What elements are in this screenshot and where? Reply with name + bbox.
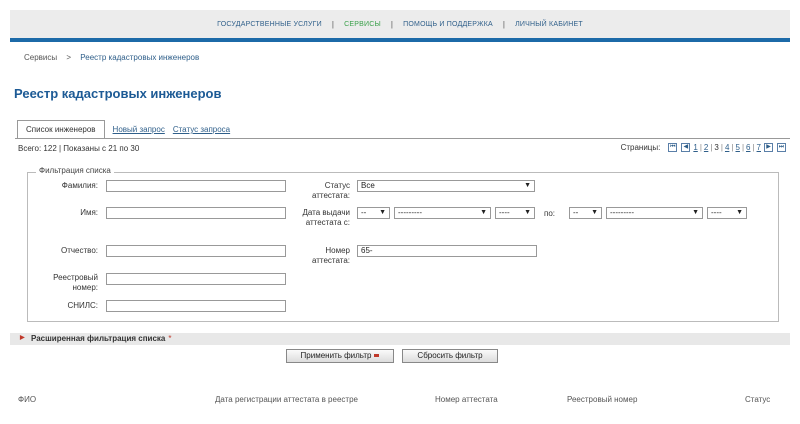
- name-input[interactable]: [106, 207, 286, 219]
- year-to-value: ----: [711, 208, 722, 217]
- reset-filter-label: Сбросить фильтр: [417, 351, 483, 360]
- column-header-registry-number[interactable]: Реестровый номер: [567, 395, 637, 404]
- tab-bar: Список инженеров Новый запрос Статус зап…: [17, 119, 230, 139]
- cert-number-label: Номер аттестата:: [311, 246, 350, 265]
- nav-personal-account[interactable]: ЛИЧНЫЙ КАБИНЕТ: [515, 21, 583, 28]
- page-link-6[interactable]: 6: [746, 143, 750, 152]
- snils-label: СНИЛС:: [67, 301, 98, 310]
- breadcrumb-current: Реестр кадастровых инженеров: [80, 53, 200, 62]
- chevron-down-icon: ▼: [480, 209, 487, 216]
- results-summary: Всего: 122 | Показаны с 21 по 30: [18, 144, 140, 153]
- page-link-1[interactable]: 1: [693, 143, 697, 152]
- day-to-select[interactable]: -- ▼: [569, 207, 602, 219]
- reset-filter-button[interactable]: Сбросить фильтр: [402, 349, 498, 363]
- nav-services[interactable]: СЕРВИСЫ: [344, 21, 381, 28]
- nav-separator: |: [390, 19, 394, 29]
- page-link-5[interactable]: 5: [735, 143, 739, 152]
- page-separator: |: [741, 143, 745, 152]
- patronymic-input[interactable]: [106, 245, 286, 257]
- nav-separator: |: [502, 19, 506, 29]
- page-separator: |: [752, 143, 755, 152]
- name-label: Имя:: [80, 208, 98, 217]
- pagination-label: Страницы:: [620, 143, 661, 152]
- chevron-down-icon: ▼: [379, 209, 386, 216]
- extended-filter-toggle[interactable]: ▶ Расширенная фильтрация списка *: [10, 333, 790, 345]
- expand-arrow-icon: ▶: [20, 335, 25, 341]
- chevron-down-icon: ▼: [524, 182, 531, 189]
- page-separator: |: [710, 143, 713, 152]
- day-from-value: --: [361, 208, 367, 217]
- chevron-down-icon: ▼: [692, 209, 699, 216]
- surname-label: Фамилия:: [61, 181, 98, 190]
- filter-legend: Фильтрация списка: [36, 166, 114, 175]
- breadcrumb: Сервисы > Реестр кадастровых инженеров: [24, 53, 199, 62]
- nav-help-support[interactable]: ПОМОЩЬ И ПОДДЕРЖКА: [403, 21, 493, 28]
- status-select[interactable]: Все ▼: [357, 180, 535, 192]
- page-link-2[interactable]: 2: [704, 143, 708, 152]
- registry-number-label: Реестровый номер:: [53, 273, 98, 292]
- page-separator: |: [720, 143, 723, 152]
- registry-number-input[interactable]: [106, 273, 286, 285]
- status-select-value: Все: [361, 181, 375, 190]
- breadcrumb-services-link[interactable]: Сервисы: [24, 53, 57, 62]
- first-page-icon[interactable]: ⏮: [668, 143, 678, 152]
- column-header-cert-number[interactable]: Номер аттестата: [435, 395, 498, 404]
- column-header-status[interactable]: Статус: [745, 395, 770, 404]
- month-from-value: ---------: [398, 208, 422, 217]
- tab-engineer-list[interactable]: Список инженеров: [17, 120, 105, 139]
- surname-input[interactable]: [106, 180, 286, 192]
- page-link-4[interactable]: 4: [725, 143, 729, 152]
- day-from-select[interactable]: -- ▼: [357, 207, 390, 219]
- month-to-select[interactable]: --------- ▼: [606, 207, 703, 219]
- day-to-value: --: [573, 208, 579, 217]
- chevron-down-icon: ▼: [736, 209, 743, 216]
- extended-filter-star: *: [168, 334, 172, 343]
- extended-filter-label: Расширенная фильтрация списка: [31, 334, 166, 343]
- snils-input[interactable]: [106, 300, 286, 312]
- chevron-down-icon: ▼: [524, 209, 531, 216]
- column-header-fio[interactable]: ФИО: [18, 395, 36, 404]
- patronymic-label: Отчество:: [61, 246, 98, 255]
- page-current: 3: [714, 143, 719, 152]
- year-from-select[interactable]: ---- ▼: [495, 207, 535, 219]
- chevron-down-icon: ▼: [591, 209, 598, 216]
- year-to-select[interactable]: ---- ▼: [707, 207, 747, 219]
- nav-government-services[interactable]: ГОСУДАРСТВЕННЫЕ УСЛУГИ: [217, 21, 322, 28]
- apply-filter-button[interactable]: Применить фильтр: [286, 349, 394, 363]
- marker-icon: [374, 354, 380, 358]
- nav-separator: |: [331, 19, 335, 29]
- page-link-7[interactable]: 7: [757, 143, 761, 152]
- header-accent-line: [10, 38, 790, 42]
- breadcrumb-arrow: >: [66, 53, 72, 62]
- page-separator: |: [699, 143, 702, 152]
- prev-page-icon[interactable]: ◀: [681, 143, 691, 152]
- month-from-select[interactable]: --------- ▼: [394, 207, 491, 219]
- page-title: Реестр кадастровых инженеров: [14, 86, 222, 101]
- status-label: Статус аттестата:: [311, 181, 350, 200]
- tab-request-status[interactable]: Статус запроса: [173, 125, 230, 139]
- tab-divider: [15, 138, 790, 139]
- issue-date-label: Дата выдачи аттестата с:: [302, 208, 350, 227]
- date-to-label: по:: [544, 209, 556, 218]
- pagination: Страницы: ⏮ ◀ 1 | 2 | 3 | 4 | 5 | 6 | 7 …: [621, 143, 788, 152]
- next-page-icon[interactable]: ▶: [764, 143, 773, 152]
- last-page-icon[interactable]: ⏭: [777, 143, 786, 152]
- year-from-value: ----: [499, 208, 510, 217]
- extended-filter-text: Расширенная фильтрация списка *: [31, 334, 171, 343]
- column-header-registration-date[interactable]: Дата регистрации аттестата в реестре: [215, 395, 358, 404]
- apply-filter-label: Применить фильтр: [300, 351, 372, 360]
- page-separator: |: [731, 143, 734, 152]
- month-to-value: ---------: [610, 208, 634, 217]
- tab-new-request[interactable]: Новый запрос: [113, 125, 165, 139]
- cert-number-input[interactable]: 65-: [357, 245, 537, 257]
- top-navigation: ГОСУДАРСТВЕННЫЕ УСЛУГИ | СЕРВИСЫ | ПОМОЩ…: [10, 10, 790, 38]
